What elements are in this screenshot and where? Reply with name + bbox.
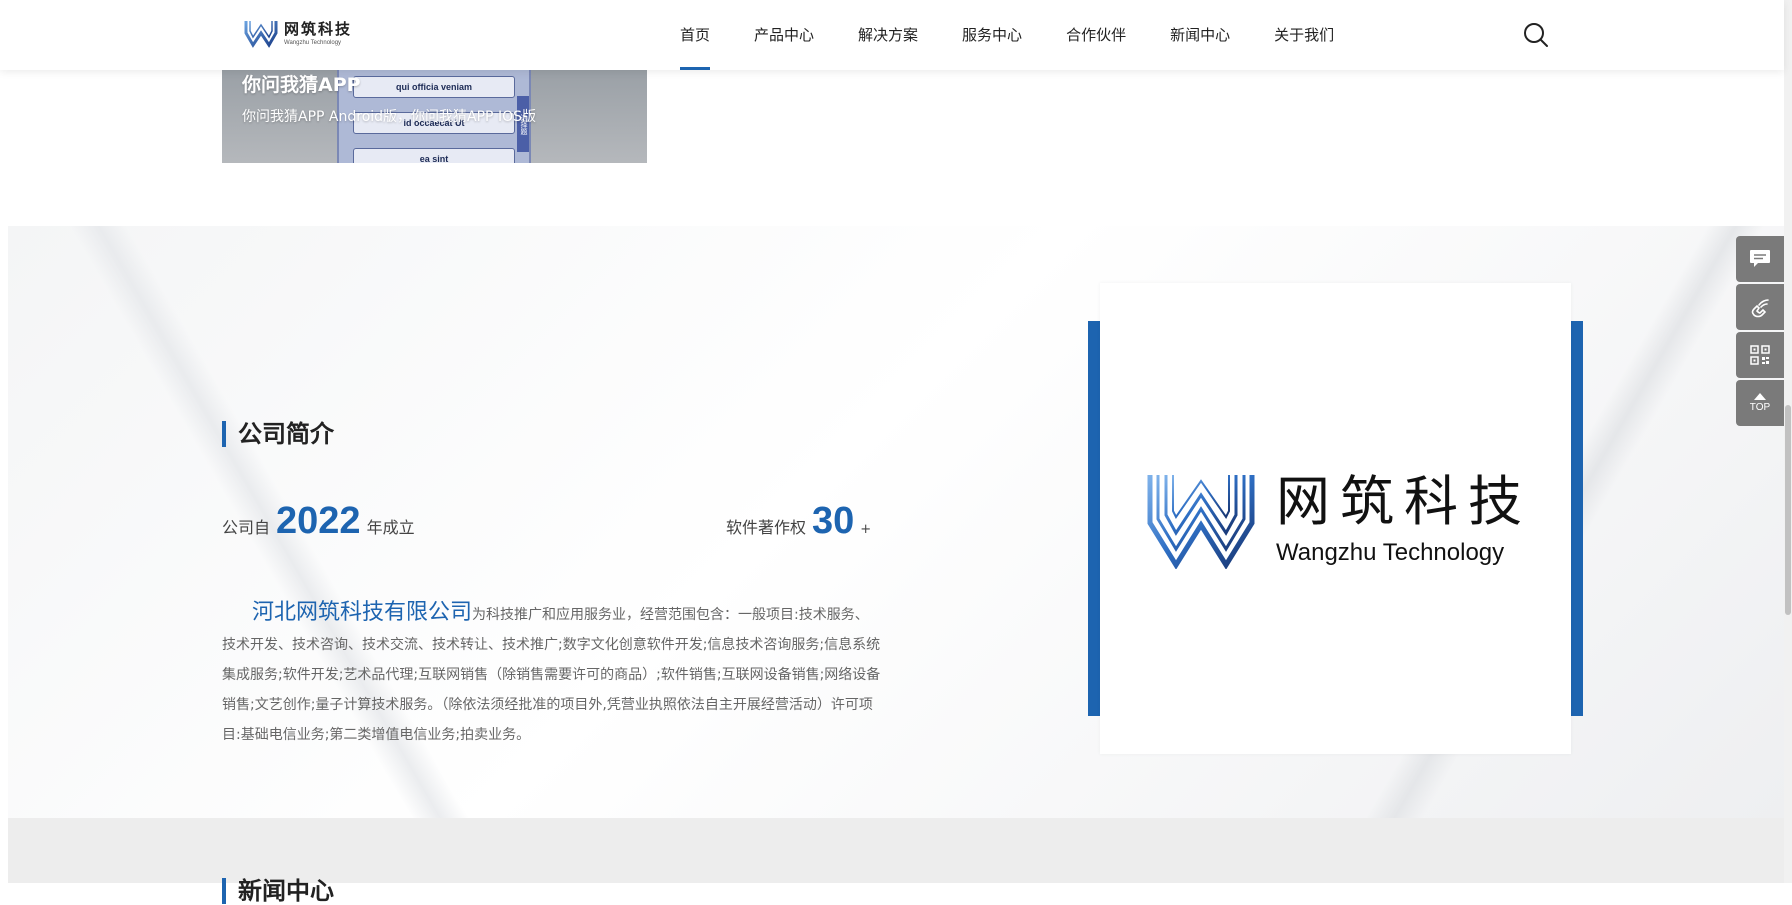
nav-item-home[interactable]: 首页 bbox=[680, 0, 711, 70]
phone-option-row: ea sint bbox=[353, 148, 515, 163]
online-message-button[interactable] bbox=[1736, 236, 1784, 282]
copyright-label: 软件著作权 bbox=[726, 518, 807, 537]
back-to-top-button[interactable]: TOP bbox=[1736, 380, 1784, 426]
copyright-plus: + bbox=[860, 522, 872, 537]
founded-year: 2022 bbox=[276, 500, 361, 542]
qrcode-button[interactable] bbox=[1736, 332, 1784, 378]
qrcode-icon bbox=[1750, 345, 1770, 365]
back-to-top-label: TOP bbox=[1749, 402, 1771, 413]
search-icon[interactable] bbox=[1523, 22, 1549, 48]
nav-item-news[interactable]: 新闻中心 bbox=[1170, 0, 1230, 70]
founded-suffix: 年成立 bbox=[366, 518, 415, 537]
company-logo-cn: 网筑科技 bbox=[1276, 470, 1532, 533]
back-to-top-icon bbox=[1754, 393, 1766, 400]
section-title: 公司简介 bbox=[222, 421, 334, 447]
company-intro-section: 公司简介 公司自 2022 年成立 软件著作权 30 + 河北网筑科技有限公司为… bbox=[8, 226, 1784, 818]
phone-contact-button[interactable] bbox=[1736, 284, 1784, 330]
site-header: 网筑科技 Wangzhu Technology 首页 产品中心 解决方案 服务中… bbox=[0, 0, 1784, 70]
founded-prefix: 公司自 bbox=[222, 518, 271, 537]
news-section: 新闻中心 bbox=[8, 818, 1784, 904]
page-scrollbar[interactable] bbox=[1784, 0, 1792, 883]
company-description-text: 为科技推广和应用服务业，经营范围包含：一般项目:技术服务、技术开发、技术咨询、技… bbox=[222, 607, 881, 743]
message-icon bbox=[1750, 250, 1770, 267]
app-product-card[interactable]: qui officia veniam id occaecat Ut ea sin… bbox=[222, 70, 647, 163]
floating-sidebar: TOP bbox=[1736, 236, 1784, 428]
nav-item-partners[interactable]: 合作伙伴 bbox=[1066, 0, 1126, 70]
company-description: 河北网筑科技有限公司为科技推广和应用服务业，经营范围包含：一般项目:技术服务、技… bbox=[222, 598, 882, 750]
nav-item-solutions[interactable]: 解决方案 bbox=[858, 0, 918, 70]
company-name: 河北网筑科技有限公司 bbox=[252, 600, 473, 625]
logo-mark-icon bbox=[244, 21, 278, 48]
logo-name-en: Wangzhu Technology bbox=[284, 40, 342, 46]
company-logo-panel: 网筑科技 Wangzhu Technology bbox=[1100, 283, 1571, 754]
nav-item-about[interactable]: 关于我们 bbox=[1274, 0, 1334, 70]
company-logo: 网筑科技 Wangzhu Technology bbox=[1146, 473, 1532, 569]
app-card-subtitle: 你问我猜APP Android版，你问我猜APP IOS版 bbox=[242, 109, 536, 125]
phone-option-row: qui officia veniam bbox=[353, 76, 515, 98]
founded-stat: 公司自 2022 年成立 bbox=[222, 500, 415, 543]
phone-icon bbox=[1751, 299, 1769, 318]
news-section-title: 新闻中心 bbox=[222, 878, 334, 904]
main-nav: 首页 产品中心 解决方案 服务中心 合作伙伴 新闻中心 关于我们 bbox=[680, 0, 1378, 70]
copyright-count: 30 bbox=[812, 500, 855, 542]
company-logo-en: Wangzhu Technology bbox=[1276, 539, 1505, 566]
nav-item-services[interactable]: 服务中心 bbox=[962, 0, 1022, 70]
copyright-stat: 软件著作权 30 + bbox=[726, 500, 871, 543]
site-logo[interactable]: 网筑科技 Wangzhu Technology bbox=[244, 19, 352, 49]
nav-item-products[interactable]: 产品中心 bbox=[754, 0, 814, 70]
logo-name-cn: 网筑科技 bbox=[284, 20, 353, 38]
scrollbar-thumb[interactable] bbox=[1785, 405, 1791, 615]
company-logo-mark-icon bbox=[1147, 475, 1255, 569]
app-card-title: 你问我猜APP bbox=[242, 74, 361, 96]
